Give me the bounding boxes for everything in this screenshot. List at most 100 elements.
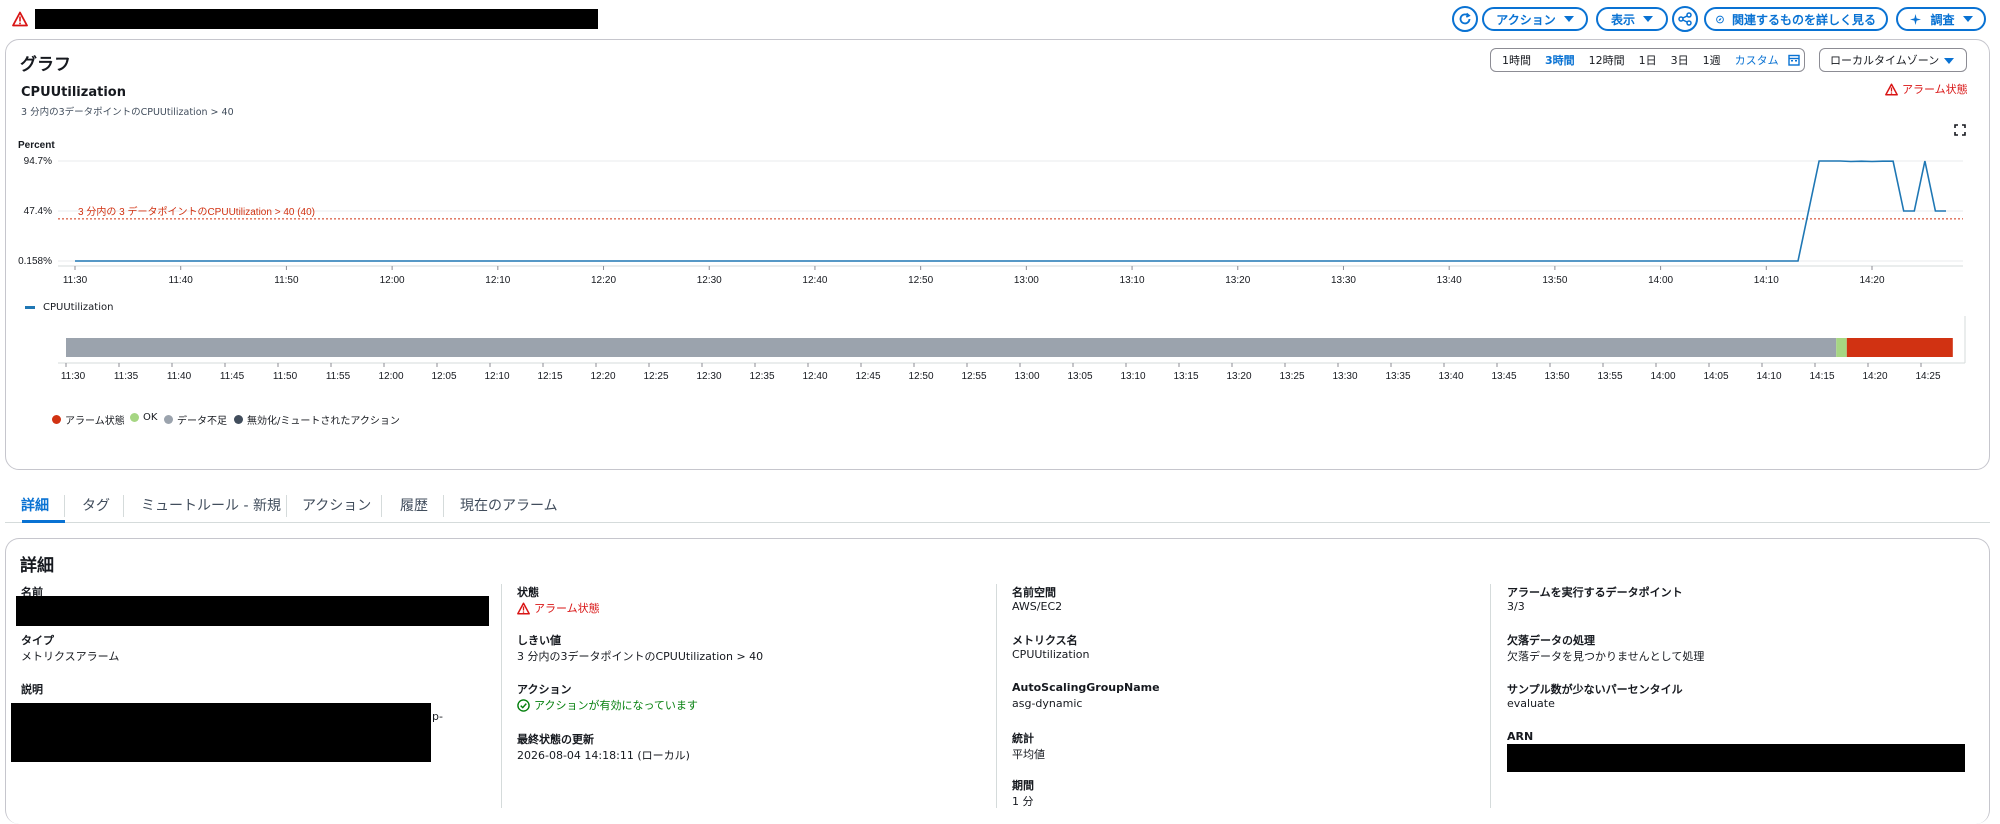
calendar-icon[interactable]: [1787, 54, 1800, 66]
tab-mute-rules[interactable]: ミュートルール - 新規: [141, 487, 281, 523]
state-value-text: アラーム状態: [534, 602, 600, 615]
legend-ok-label: OK: [143, 412, 158, 423]
y-axis-label: Percent: [18, 140, 55, 151]
details-title: 詳細: [20, 556, 54, 576]
legend-swatch: [25, 306, 35, 309]
tab-actions-label: アクション: [302, 498, 372, 514]
timeline-tick-label: 11:40: [167, 371, 192, 382]
description-tail: p-: [432, 710, 443, 723]
range-12h[interactable]: 12時間: [1582, 52, 1632, 68]
tab-mute-rules-label: ミュートルール - 新規: [141, 498, 281, 514]
actions-dropdown[interactable]: アクション: [1482, 7, 1588, 31]
column-divider: [996, 584, 997, 808]
investigate-dropdown-label: 調査: [1930, 12, 1955, 27]
y-tick-label: 47.4%: [24, 206, 52, 217]
timeline-tick-label: 13:05: [1067, 371, 1092, 382]
timeline-tick-label: 11:55: [326, 371, 351, 382]
period-label: 期間: [1012, 779, 1034, 792]
tab-tags[interactable]: タグ: [82, 487, 110, 523]
refresh-button[interactable]: [1452, 6, 1478, 32]
range-3h[interactable]: 3時間: [1538, 52, 1582, 68]
legend-muted-label: 無効化/ミュートされたアクション: [247, 416, 400, 427]
timeline-tick-label: 12:15: [537, 371, 562, 382]
alarm-warning-icon: [1885, 82, 1898, 96]
top-bar: アクション 表示 関連するものを詳しく見る 調査: [0, 0, 2000, 38]
legend-ok: OK: [130, 412, 157, 423]
x-tick-label: 13:40: [1437, 275, 1462, 286]
missing-data-label: 欠落データの処理: [1507, 634, 1595, 647]
share-button[interactable]: [1672, 6, 1698, 32]
range-1d[interactable]: 1日: [1632, 52, 1664, 68]
alarm-warning-icon: [517, 601, 530, 615]
timeline-tick-label: 13:15: [1173, 371, 1198, 382]
view-dropdown[interactable]: 表示: [1596, 7, 1668, 31]
last-update-value: 2026-08-04 14:18:11 (ローカル): [517, 749, 690, 762]
alarm-dot: [52, 415, 61, 424]
timeline-tick-label: 12:00: [378, 371, 403, 382]
caret-down-icon: [1962, 16, 1973, 22]
x-tick-label: 12:20: [591, 275, 616, 286]
legend-alarm: アラーム状態: [52, 412, 125, 427]
tab-details[interactable]: 詳細: [21, 487, 49, 523]
datapoints-label: アラームを実行するデータポイント: [1507, 586, 1683, 599]
caret-down-icon: [1563, 16, 1574, 22]
timeline-tick-label: 13:45: [1491, 371, 1516, 382]
range-custom[interactable]: カスタム: [1728, 52, 1786, 68]
timeline-tick-label: 12:45: [855, 371, 880, 382]
timeline-tick-label: 14:00: [1650, 371, 1675, 382]
timeline-tick-label: 13:30: [1332, 371, 1357, 382]
threshold-label: しきい値: [517, 634, 561, 647]
timeline-tick-label: 11:30: [61, 371, 86, 382]
state-timeline: 11:30 11:35 11:40 11:45 11:50 11:55 12:00 12:05…: [58, 316, 1966, 382]
explore-related-button[interactable]: 関連するものを詳しく見る: [1704, 7, 1888, 31]
investigate-dropdown[interactable]: 調査: [1896, 7, 1986, 31]
timeline-tick-label: 12:05: [431, 371, 456, 382]
x-tick-label: 13:20: [1225, 275, 1250, 286]
asg-value: asg-dynamic: [1012, 697, 1083, 710]
explore-related-label: 関連するものを詳しく見る: [1731, 12, 1876, 27]
threshold-value: 3 分内の3データポイントのCPUUtilization > 40: [517, 650, 764, 663]
legend-insufficient-label: データ不足: [177, 416, 227, 427]
timeline-tick-label: 14:15: [1809, 371, 1834, 382]
timeline-tick-label: 13:40: [1438, 371, 1463, 382]
range-1h[interactable]: 1時間: [1495, 52, 1538, 68]
description-value-redacted: [11, 703, 431, 762]
type-label: タイプ: [21, 634, 54, 647]
timeline-segment-ok: [1836, 338, 1847, 357]
type-value: メトリクスアラーム: [21, 650, 120, 663]
range-3d[interactable]: 3日: [1664, 52, 1696, 68]
x-tick-label: 11:40: [169, 275, 194, 286]
x-tick-label: 13:10: [1120, 275, 1145, 286]
share-icon: [1678, 12, 1692, 26]
column-divider: [501, 584, 502, 808]
y-tick-label: 0.158%: [18, 256, 52, 267]
timeline-tick-label: 12:35: [749, 371, 774, 382]
tab-history[interactable]: 履歴: [400, 487, 428, 523]
timeline-tick-label: 13:10: [1120, 371, 1145, 382]
name-value-redacted: [16, 596, 489, 626]
x-tick-label: 12:50: [908, 275, 933, 286]
tab-separator: [286, 495, 287, 517]
tab-separator: [381, 495, 382, 517]
view-dropdown-label: 表示: [1610, 12, 1635, 27]
x-tick-label: 12:40: [802, 275, 827, 286]
tab-actions[interactable]: アクション: [302, 487, 371, 523]
timezone-select[interactable]: ローカルタイムゾーン: [1819, 48, 1967, 72]
percentile-value: evaluate: [1507, 697, 1555, 710]
range-1w[interactable]: 1週: [1696, 52, 1728, 68]
timeline-tick-label: 11:45: [220, 371, 245, 382]
insufficient-dot: [164, 415, 173, 424]
legend-muted: 無効化/ミュートされたアクション: [234, 412, 400, 427]
tab-separator: [123, 495, 124, 517]
timeline-tick-label: 13:55: [1597, 371, 1622, 382]
caret-down-icon: [1643, 16, 1653, 22]
alarm-name-redacted: [35, 9, 598, 29]
y-tick-label: 94.7%: [24, 156, 52, 167]
tab-history-label: 履歴: [400, 498, 428, 514]
fullscreen-icon[interactable]: [1954, 124, 1966, 136]
x-tick-label: 13:50: [1542, 275, 1567, 286]
state-label: 状態: [517, 586, 539, 599]
x-tick-label: 11:50: [274, 275, 299, 286]
tab-separator: [64, 495, 65, 517]
tab-current-alarms[interactable]: 現在のアラーム: [460, 487, 558, 523]
